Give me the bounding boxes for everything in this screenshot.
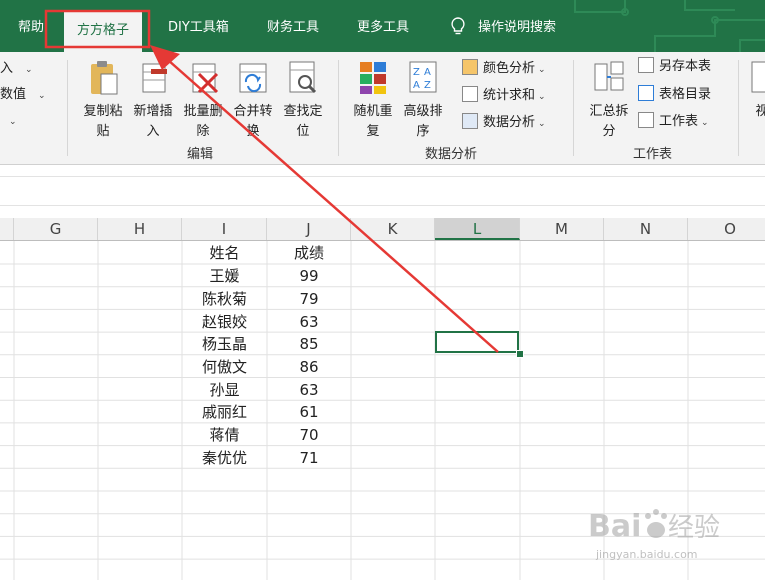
table-header-score[interactable]: 成绩: [267, 242, 351, 265]
advanced-sort-button[interactable]: Z A A Z 高级排 序: [398, 58, 448, 140]
column-header-i[interactable]: I: [182, 218, 267, 240]
svg-text:Z: Z: [413, 67, 420, 78]
table-cell-score[interactable]: 63: [267, 311, 351, 334]
svg-text:经验: 经验: [668, 513, 720, 543]
table-cell-name[interactable]: 何傲文: [182, 356, 267, 379]
table-cell-name[interactable]: 秦优优: [182, 447, 267, 470]
insert-new-button[interactable]: 新增插 入: [128, 58, 178, 140]
table-cell-name[interactable]: 戚丽红: [182, 401, 267, 424]
column-header-g[interactable]: G: [14, 218, 98, 240]
column-header-l[interactable]: L: [435, 218, 520, 240]
worksheet-button[interactable]: 工作表 ⌄: [638, 111, 709, 133]
find-locate-button[interactable]: 查找定 位: [278, 58, 328, 140]
copy-paste-button[interactable]: 复制粘 贴: [78, 58, 128, 140]
baidu-jingyan-watermark: Bai 经验 jingyan.baidu.com: [588, 500, 758, 570]
table-cell-name[interactable]: 王媛: [182, 265, 267, 288]
table-directory-button[interactable]: 表格目录: [638, 84, 711, 106]
svg-text:A: A: [424, 67, 431, 78]
random-repeat-button[interactable]: 随机重 复: [348, 58, 398, 140]
directory-icon: [638, 85, 654, 101]
partial-insert-item[interactable]: 入 ⌄: [0, 58, 33, 80]
batch-delete-button[interactable]: 批量删 除: [178, 58, 228, 140]
magnifier-icon: [289, 61, 317, 94]
summary-split-button[interactable]: 汇总拆 分: [584, 58, 634, 140]
partial-value-item[interactable]: 数值 ⌄: [0, 84, 46, 106]
table-cell-score[interactable]: 85: [267, 333, 351, 356]
clipboard-icon: [91, 61, 118, 95]
sort-az-icon: Z A A Z: [409, 61, 437, 93]
sum-icon: [462, 86, 478, 102]
table-cell-score[interactable]: 61: [267, 401, 351, 424]
random-grid-icon: [360, 62, 386, 94]
view-icon: [751, 61, 765, 93]
table-cell-score[interactable]: 99: [267, 265, 351, 288]
color-analysis-icon: [462, 59, 478, 75]
view-button-partial[interactable]: 视: [748, 58, 765, 140]
svg-text:Z: Z: [424, 80, 431, 91]
table-cell-score[interactable]: 70: [267, 424, 351, 447]
lightbulb-icon: [451, 17, 465, 35]
group-separator: [738, 60, 739, 156]
merge-icon: [239, 63, 267, 93]
tell-me-search[interactable]: 操作说明搜索: [450, 14, 556, 42]
tab-diy-toolbox[interactable]: DIY工具箱: [168, 14, 229, 42]
table-cell-score[interactable]: 63: [267, 379, 351, 402]
save-this-sheet-button[interactable]: 另存本表: [638, 56, 711, 78]
stat-sum-button[interactable]: 统计求和 ⌄: [462, 85, 546, 107]
group-separator: [338, 60, 339, 156]
ribbon-tab-bar: 帮助 方方格子 DIY工具箱 财务工具 更多工具 操作说明搜索: [0, 0, 765, 52]
partial-dropdown[interactable]: ⌄: [6, 110, 17, 132]
column-header-partial[interactable]: [0, 218, 14, 240]
group-separator: [67, 60, 68, 156]
column-header-j[interactable]: J: [267, 218, 351, 240]
ribbon-panel: 入 ⌄ 数值 ⌄ ⌄ 复制粘 贴 新增插 入 批量删 除 合并转 换 查找定 位…: [0, 52, 765, 165]
data-analysis-button[interactable]: 数据分析 ⌄: [462, 112, 546, 134]
data-analysis-group-label: 数据分析: [425, 147, 478, 162]
table-cell-score[interactable]: 71: [267, 447, 351, 470]
svg-text:Bai: Bai: [588, 509, 641, 544]
table-cell-name[interactable]: 杨玉晶: [182, 333, 267, 356]
analysis-icon: [462, 113, 478, 129]
svg-text:A: A: [413, 80, 420, 91]
column-header-row: G H I J K L M N O: [0, 218, 765, 241]
table-cell-name[interactable]: 孙显: [182, 379, 267, 402]
edit-group-label: 编辑: [187, 147, 214, 162]
column-header-o[interactable]: O: [688, 218, 765, 240]
fill-handle[interactable]: [516, 350, 524, 358]
tab-fangfang-gezi[interactable]: 方方格子: [64, 10, 143, 52]
table-cell-score[interactable]: 86: [267, 356, 351, 379]
table-header-name[interactable]: 姓名: [182, 242, 267, 265]
tell-me-label: 操作说明搜索: [478, 20, 557, 35]
worksheet-group-label: 工作表: [633, 147, 673, 162]
insert-rows-icon: [142, 63, 167, 93]
formula-bar[interactable]: [0, 176, 765, 206]
group-separator: [573, 60, 574, 156]
tab-help[interactable]: 帮助: [18, 14, 44, 42]
watermark-url: jingyan.baidu.com: [596, 548, 698, 561]
table-cell-name[interactable]: 赵银姣: [182, 311, 267, 334]
circuit-pattern-decoration: [574, 0, 765, 52]
table-cell-score[interactable]: 79: [267, 288, 351, 311]
column-header-m[interactable]: M: [520, 218, 604, 240]
worksheet-icon: [638, 112, 654, 128]
tab-more-tools[interactable]: 更多工具: [357, 14, 409, 42]
column-header-n[interactable]: N: [604, 218, 688, 240]
delete-icon: [192, 63, 219, 94]
active-cell-selection[interactable]: [435, 331, 519, 353]
table-cell-name[interactable]: 蒋倩: [182, 424, 267, 447]
color-analysis-button[interactable]: 颜色分析 ⌄: [462, 58, 546, 80]
merge-convert-button[interactable]: 合并转 换: [228, 58, 278, 140]
column-header-h[interactable]: H: [98, 218, 182, 240]
table-cell-name[interactable]: 陈秋菊: [182, 288, 267, 311]
tab-finance-tools[interactable]: 财务工具: [267, 14, 319, 42]
save-sheet-icon: [638, 57, 654, 73]
column-header-k[interactable]: K: [351, 218, 435, 240]
split-sheets-icon: [594, 61, 624, 91]
